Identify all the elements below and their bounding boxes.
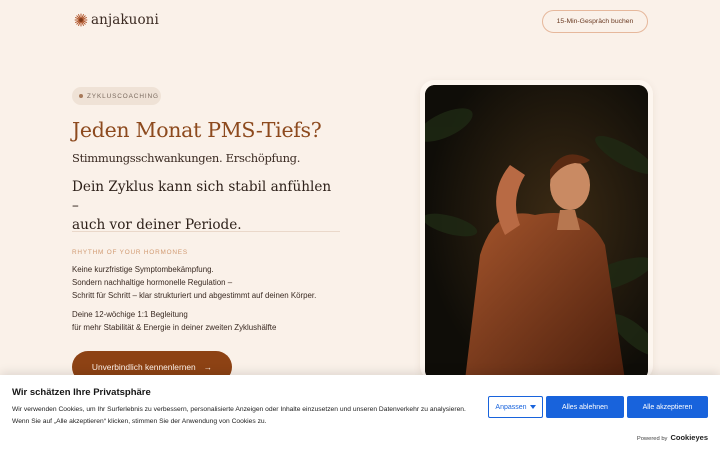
hero-photo bbox=[425, 85, 648, 380]
logo-text: anjakuoni bbox=[91, 12, 159, 28]
cookie-reject-button[interactable]: Alles ablehnen bbox=[546, 396, 624, 418]
cookie-text: Wir verwenden Cookies, um Ihr Surferlebn… bbox=[12, 406, 466, 425]
hero-subline: Stimmungsschwankungen. Erschöpfung. bbox=[72, 151, 301, 165]
get-to-know-label: Unverbindlich kennenlernen bbox=[91, 362, 196, 372]
arrow-right-icon: → bbox=[203, 362, 213, 372]
cookie-customize-button[interactable]: Anpassen bbox=[488, 396, 543, 418]
offer-paragraph: Deine 12-wöchige 1:1 Begleitung für mehr… bbox=[72, 308, 276, 334]
offer-line-2: für mehr Stabilität & Energie in deiner … bbox=[72, 323, 277, 332]
intro-paragraph: Keine kurzfristige Symptombekämpfung. So… bbox=[72, 263, 316, 302]
offer-line-1: Deine 12-wöchige 1:1 Begleitung bbox=[72, 310, 188, 319]
customize-label: Anpassen bbox=[495, 403, 527, 411]
hero-promise-line1: Dein Zyklus kann sich stabil anfühlen – bbox=[72, 179, 332, 214]
hero-headline: Jeden Monat PMS-Tiefs? bbox=[72, 118, 322, 142]
cookie-title: Wir schätzen Ihre Privatsphäre bbox=[12, 387, 151, 398]
intro-line-3: Schritt für Schritt – klar strukturiert … bbox=[72, 291, 317, 300]
logo[interactable]: anjakuoni bbox=[74, 12, 159, 28]
dot-icon bbox=[79, 94, 83, 98]
intro-line-1: Keine kurzfristige Symptombekämpfung. bbox=[72, 265, 214, 274]
hero-promise: Dein Zyklus kann sich stabil anfühlen – … bbox=[72, 178, 342, 235]
cookie-accept-button[interactable]: Alle akzeptieren bbox=[627, 396, 708, 418]
caret-down-icon bbox=[529, 405, 536, 409]
cookieyes-logo: Cookieyes bbox=[670, 433, 708, 442]
section-eyebrow: RHYTHM OF YOUR HORMONES bbox=[72, 249, 188, 256]
divider bbox=[72, 231, 340, 232]
intro-line-2: Sondern nachhaltige hormonelle Regulatio… bbox=[72, 278, 233, 287]
site-header: anjakuoni 15-Min-Gespräch buchen bbox=[0, 0, 720, 44]
cookie-banner: Wir schätzen Ihre Privatsphäre Wir verwe… bbox=[0, 375, 720, 450]
hero-promise-line2: auch vor deiner Periode. bbox=[72, 217, 242, 233]
category-pill: ZYKLUSCOACHING bbox=[72, 87, 161, 105]
book-call-button[interactable]: 15-Min-Gespräch buchen bbox=[542, 10, 648, 33]
cookieyes-credit[interactable]: Powered by Cookieyes bbox=[637, 433, 708, 442]
woman-portrait-image bbox=[425, 85, 648, 380]
sun-burst-icon bbox=[74, 13, 88, 27]
powered-by-text: Powered by bbox=[636, 436, 668, 442]
pill-label: ZYKLUSCOACHING bbox=[87, 92, 159, 100]
